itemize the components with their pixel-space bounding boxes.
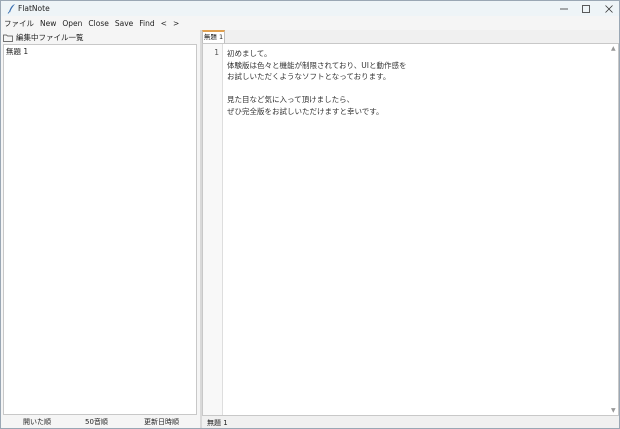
editor-text[interactable]: 初めまして。 体験版は色々と機能が制限されており、UIと動作感を お試しいただく… <box>227 48 607 117</box>
sort-by-kana-button[interactable]: 50音順 <box>85 417 108 427</box>
menu-open[interactable]: Open <box>62 17 82 30</box>
sort-by-opened-button[interactable]: 開いた順 <box>23 417 51 427</box>
list-item[interactable]: 無題 1 <box>6 46 28 57</box>
folder-icon <box>3 34 13 42</box>
menu-bar: ファイル New Open Close Save Find < > <box>1 16 619 30</box>
text-line: お試しいただくようなソフトとなっております。 <box>227 72 391 81</box>
menu-file[interactable]: ファイル <box>4 17 34 30</box>
file-list-pane: 編集中ファイル一覧 無題 1 開いた順 50音順 更新日時順 <box>1 30 200 428</box>
file-list-title: 編集中ファイル一覧 <box>16 33 84 42</box>
scroll-down-arrow-icon[interactable]: ▼ <box>611 407 616 414</box>
file-list-header: 編集中ファイル一覧 <box>3 32 84 43</box>
menu-prev[interactable]: < <box>161 17 167 30</box>
vertical-scrollbar[interactable]: ▲ ▼ <box>610 44 618 415</box>
scroll-up-arrow-icon[interactable]: ▲ <box>611 45 616 52</box>
menu-next[interactable]: > <box>173 17 179 30</box>
text-line: ぜひ完全版をお試しいただけますと幸いです。 <box>227 106 384 116</box>
status-file-name: 無題 1 <box>207 419 228 427</box>
minimize-icon <box>560 8 568 9</box>
editor-pane: 無題 1 1 初めまして。 体験版は色々と機能が制限されており、UIと動作感を … <box>202 30 619 428</box>
window-title: FlatNote <box>18 4 50 13</box>
title-bar[interactable]: FlatNote <box>1 1 619 16</box>
close-icon <box>605 4 613 13</box>
menu-find[interactable]: Find <box>139 17 154 30</box>
line-number-gutter: 1 <box>203 44 223 415</box>
quill-icon <box>7 4 15 14</box>
text-line <box>227 83 607 95</box>
open-files-list[interactable]: 無題 1 <box>3 44 197 415</box>
menu-save[interactable]: Save <box>115 17 133 30</box>
sort-by-updated-button[interactable]: 更新日時順 <box>144 417 179 427</box>
text-line: 体験版は色々と機能が制限されており、UIと動作感を <box>227 60 407 70</box>
text-line: 見た目など気に入って頂けましたら、 <box>227 95 355 104</box>
sort-bar: 開いた順 50音順 更新日時順 <box>1 416 200 428</box>
close-button[interactable] <box>595 1 619 16</box>
maximize-icon <box>582 4 590 13</box>
text-line: 初めまして。 <box>227 49 272 58</box>
line-number: 1 <box>214 48 219 57</box>
tab-untitled-1[interactable]: 無題 1 <box>202 30 225 43</box>
text-editor[interactable]: 1 初めまして。 体験版は色々と機能が制限されており、UIと動作感を お試しいた… <box>202 43 619 416</box>
status-bar: 無題 1 <box>202 416 619 428</box>
app-window: FlatNote ファイル New Open Close Save Find <… <box>0 0 620 429</box>
menu-new[interactable]: New <box>40 17 56 30</box>
menu-close[interactable]: Close <box>88 17 108 30</box>
